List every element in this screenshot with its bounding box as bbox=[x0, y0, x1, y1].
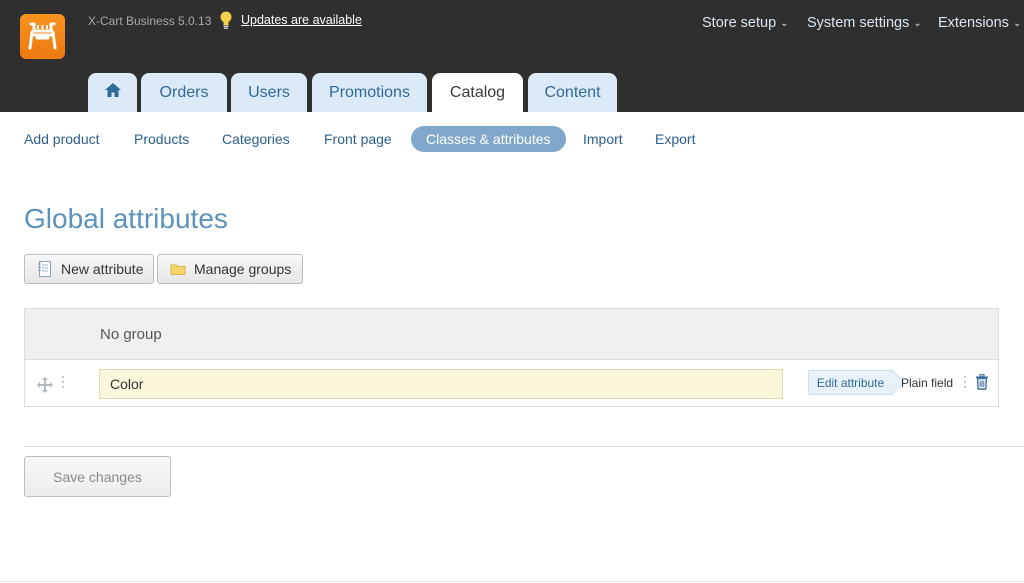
group-name: No group bbox=[100, 326, 162, 343]
version-label: X-Cart Business 5.0.13 bbox=[88, 14, 212, 28]
tab-promotions[interactable]: Promotions bbox=[312, 73, 427, 112]
edit-attribute-button[interactable]: Edit attribute bbox=[808, 370, 893, 395]
subnav-export[interactable]: Export bbox=[655, 131, 695, 147]
subnav-products[interactable]: Products bbox=[134, 131, 189, 147]
footer-divider bbox=[24, 446, 1024, 447]
extensions-menu[interactable]: Extensions ⌄ bbox=[938, 15, 1021, 31]
edit-attribute-label: Edit attribute bbox=[816, 375, 885, 390]
new-attribute-label: New attribute bbox=[61, 261, 144, 277]
move-handle-icon[interactable] bbox=[37, 377, 53, 398]
folder-icon bbox=[170, 262, 186, 276]
subnav-categories[interactable]: Categories bbox=[222, 131, 290, 147]
manage-groups-label: Manage groups bbox=[194, 261, 292, 277]
new-attribute-button[interactable]: New attribute bbox=[24, 254, 154, 284]
trash-icon[interactable] bbox=[975, 374, 989, 395]
chevron-down-icon: ⌄ bbox=[780, 18, 789, 29]
system-settings-menu[interactable]: System settings ⌄ bbox=[807, 15, 922, 31]
tab-content[interactable]: Content bbox=[528, 73, 617, 112]
subnav-add-product[interactable]: Add product bbox=[24, 131, 100, 147]
subnav-front-page[interactable]: Front page bbox=[324, 131, 392, 147]
document-icon bbox=[37, 260, 53, 278]
table-row: Edit attribute Plain field bbox=[25, 361, 998, 406]
store-setup-menu[interactable]: Store setup ⌄ bbox=[702, 15, 789, 31]
tab-orders[interactable]: Orders bbox=[141, 73, 227, 112]
bottom-divider bbox=[0, 581, 1024, 582]
tab-home[interactable] bbox=[88, 73, 137, 112]
group-header: No group bbox=[25, 309, 998, 360]
subnav-classes-attributes[interactable]: Classes & attributes bbox=[411, 126, 566, 152]
xcart-logo-icon[interactable] bbox=[20, 14, 65, 59]
page-title: Global attributes bbox=[24, 203, 228, 234]
chevron-down-icon: ⌄ bbox=[1012, 18, 1022, 29]
home-icon bbox=[104, 82, 122, 103]
manage-groups-button[interactable]: Manage groups bbox=[157, 254, 303, 284]
updates-link[interactable]: Updates are available bbox=[241, 13, 362, 27]
extensions-label: Extensions bbox=[938, 15, 1009, 31]
attribute-name-field[interactable] bbox=[99, 369, 783, 399]
chevron-down-icon: ⌄ bbox=[913, 18, 922, 29]
more-options-icon[interactable] bbox=[964, 376, 967, 391]
save-changes-button[interactable]: Save changes bbox=[24, 456, 171, 497]
attribute-type-label: Plain field bbox=[901, 376, 954, 390]
subnav-import[interactable]: Import bbox=[583, 131, 623, 147]
attributes-table: No group Edit attribute Plain field bbox=[24, 308, 999, 407]
store-setup-label: Store setup bbox=[702, 15, 777, 31]
lightbulb-icon bbox=[218, 10, 234, 35]
tab-catalog[interactable]: Catalog bbox=[432, 73, 523, 112]
tab-users[interactable]: Users bbox=[231, 73, 307, 112]
drag-dots-icon[interactable] bbox=[62, 376, 65, 391]
system-settings-label: System settings bbox=[807, 15, 910, 31]
top-header: X-Cart Business 5.0.13 Updates are avail… bbox=[0, 0, 1024, 112]
